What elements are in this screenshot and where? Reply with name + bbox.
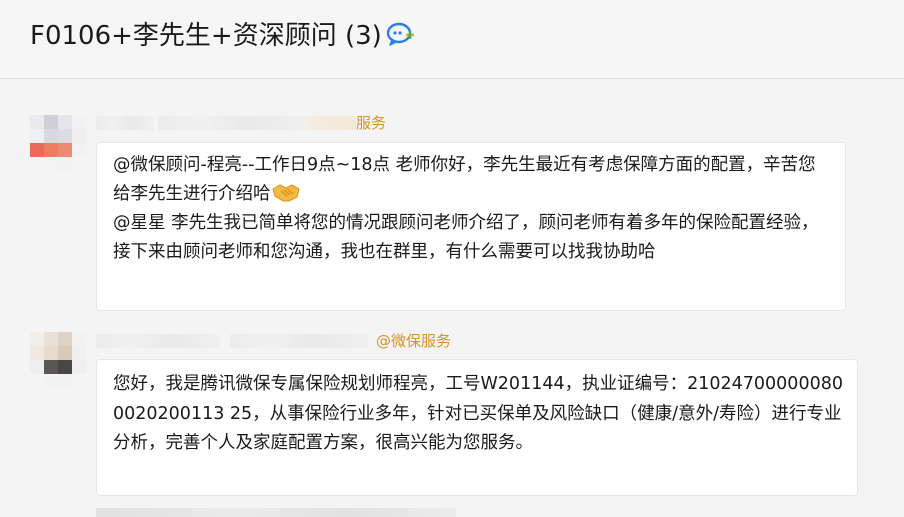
sender-name: @微保服务 (96, 330, 451, 350)
sender-name-redacted (230, 333, 368, 348)
sender-name-redacted (306, 115, 356, 130)
sender-name-redacted (96, 115, 154, 130)
chat-window: F0106+李先生+资深顾问 (3) 服务 @微保顾问-程亮--工作日9点~18… (0, 0, 904, 517)
next-message-preview (96, 508, 456, 517)
handshake-emoji (271, 184, 300, 202)
sender-name: 服务 (96, 112, 386, 132)
chat-header: F0106+李先生+资深顾问 (3) (0, 0, 904, 79)
avatar[interactable] (30, 115, 86, 171)
group-chat-icon[interactable] (386, 21, 416, 47)
avatar[interactable] (30, 332, 86, 388)
sender-tag: 服务 (356, 114, 387, 132)
message-bubble[interactable]: 您好，我是腾讯微保专属保险规划师程亮，工号W201144，执业证编号：21024… (96, 359, 858, 496)
sender-tag: @微保服务 (376, 332, 452, 350)
message-text: @星星 李先生我已简单将您的情况跟顾问老师介绍了，顾问老师有着多年的保险配置经验… (113, 213, 819, 262)
message-text: 您好，我是腾讯微保专属保险规划师程亮，工号W201144，执业证编号：21024… (113, 374, 843, 453)
sender-name-redacted (96, 333, 220, 348)
chat-title: F0106+李先生+资深顾问 (3) (30, 21, 382, 51)
message-text: @微保顾问-程亮--工作日9点~18点 老师你好，李先生最近有考虑保障方面的配置… (113, 155, 816, 204)
sender-name-redacted (158, 115, 306, 130)
message-bubble[interactable]: @微保顾问-程亮--工作日9点~18点 老师你好，李先生最近有考虑保障方面的配置… (96, 142, 846, 311)
